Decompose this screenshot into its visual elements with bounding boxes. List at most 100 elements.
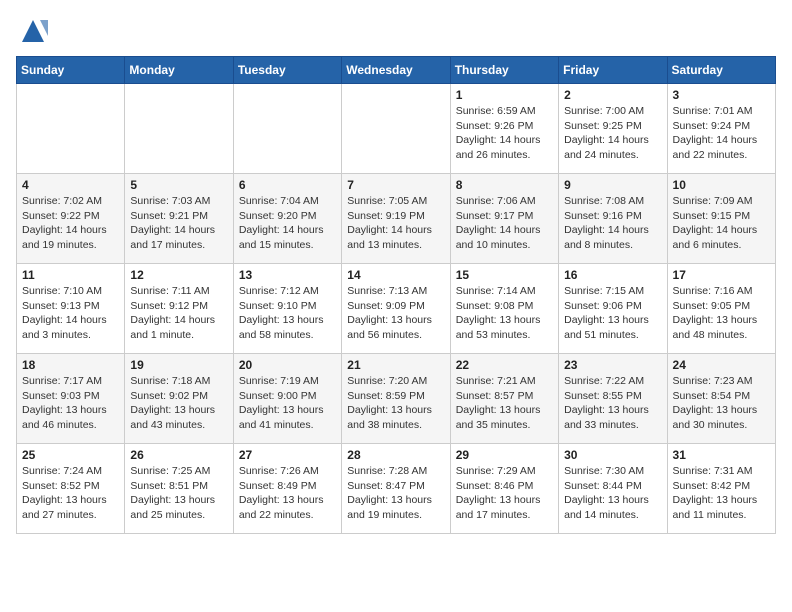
- calendar-cell: 8 Sunrise: 7:06 AM Sunset: 9:17 PM Daylig…: [450, 174, 558, 264]
- calendar-cell: 13 Sunrise: 7:12 AM Sunset: 9:10 PM Dayli…: [233, 264, 341, 354]
- calendar-cell: 14 Sunrise: 7:13 AM Sunset: 9:09 PM Dayli…: [342, 264, 450, 354]
- calendar-cell: 1 Sunrise: 6:59 AM Sunset: 9:26 PM Daylig…: [450, 84, 558, 174]
- calendar-cell: 12Sunrise: 7:11 AM Sunset: 9:12 PM Dayli…: [125, 264, 233, 354]
- day-info: Sunrise: 7:06 AM Sunset: 9:17 PM Dayligh…: [456, 194, 553, 253]
- day-info: Sunrise: 6:59 AM Sunset: 9:26 PM Dayligh…: [456, 104, 553, 163]
- calendar-cell: 2 Sunrise: 7:00 AM Sunset: 9:25 PM Daylig…: [559, 84, 667, 174]
- calendar-header: SundayMondayTuesdayWednesdayThursdayFrid…: [17, 57, 776, 84]
- calendar-cell: 16 Sunrise: 7:15 AM Sunset: 9:06 PM Dayli…: [559, 264, 667, 354]
- day-info: Sunrise: 7:14 AM Sunset: 9:08 PM Dayligh…: [456, 284, 553, 343]
- calendar-cell: 28 Sunrise: 7:28 AM Sunset: 8:47 PM Dayli…: [342, 444, 450, 534]
- day-info: Sunrise: 7:29 AM Sunset: 8:46 PM Dayligh…: [456, 464, 553, 523]
- calendar-cell: 29 Sunrise: 7:29 AM Sunset: 8:46 PM Dayli…: [450, 444, 558, 534]
- day-number: 20: [239, 358, 336, 372]
- calendar-cell: 6Sunrise: 7:04 AM Sunset: 9:20 PM Daylig…: [233, 174, 341, 264]
- day-info: Sunrise: 7:19 AM Sunset: 9:00 PM Dayligh…: [239, 374, 336, 433]
- calendar-cell: 25 Sunrise: 7:24 AM Sunset: 8:52 PM Dayli…: [17, 444, 125, 534]
- calendar-cell: 26Sunrise: 7:25 AM Sunset: 8:51 PM Dayli…: [125, 444, 233, 534]
- calendar-cell: 18 Sunrise: 7:17 AM Sunset: 9:03 PM Dayli…: [17, 354, 125, 444]
- day-number: 14: [347, 268, 444, 282]
- day-number: 6: [239, 178, 336, 192]
- logo-icon: [18, 16, 48, 46]
- weekday-header: Monday: [125, 57, 233, 84]
- day-info: Sunrise: 7:17 AM Sunset: 9:03 PM Dayligh…: [22, 374, 119, 433]
- weekday-header: Wednesday: [342, 57, 450, 84]
- page-header: [16, 16, 776, 46]
- day-info: Sunrise: 7:26 AM Sunset: 8:49 PM Dayligh…: [239, 464, 336, 523]
- day-info: Sunrise: 7:21 AM Sunset: 8:57 PM Dayligh…: [456, 374, 553, 433]
- day-info: Sunrise: 7:00 AM Sunset: 9:25 PM Dayligh…: [564, 104, 661, 163]
- day-number: 5: [130, 178, 227, 192]
- calendar-cell: [342, 84, 450, 174]
- day-number: 10: [673, 178, 770, 192]
- calendar-cell: 7 Sunrise: 7:05 AM Sunset: 9:19 PM Daylig…: [342, 174, 450, 264]
- day-number: 13: [239, 268, 336, 282]
- day-info: Sunrise: 7:25 AM Sunset: 8:51 PM Dayligh…: [130, 464, 227, 523]
- day-number: 8: [456, 178, 553, 192]
- weekday-header: Thursday: [450, 57, 558, 84]
- day-number: 27: [239, 448, 336, 462]
- day-info: Sunrise: 7:15 AM Sunset: 9:06 PM Dayligh…: [564, 284, 661, 343]
- weekday-header: Saturday: [667, 57, 775, 84]
- day-number: 18: [22, 358, 119, 372]
- day-number: 11: [22, 268, 119, 282]
- day-number: 21: [347, 358, 444, 372]
- day-number: 7: [347, 178, 444, 192]
- day-info: Sunrise: 7:02 AM Sunset: 9:22 PM Dayligh…: [22, 194, 119, 253]
- calendar-cell: 4 Sunrise: 7:02 AM Sunset: 9:22 PM Daylig…: [17, 174, 125, 264]
- day-info: Sunrise: 7:20 AM Sunset: 8:59 PM Dayligh…: [347, 374, 444, 433]
- day-number: 23: [564, 358, 661, 372]
- day-number: 9: [564, 178, 661, 192]
- calendar-cell: [233, 84, 341, 174]
- day-number: 4: [22, 178, 119, 192]
- calendar-cell: 20 Sunrise: 7:19 AM Sunset: 9:00 PM Dayli…: [233, 354, 341, 444]
- day-info: Sunrise: 7:18 AM Sunset: 9:02 PM Dayligh…: [130, 374, 227, 433]
- day-number: 15: [456, 268, 553, 282]
- day-info: Sunrise: 7:13 AM Sunset: 9:09 PM Dayligh…: [347, 284, 444, 343]
- day-number: 19: [130, 358, 227, 372]
- calendar-cell: [17, 84, 125, 174]
- day-number: 3: [673, 88, 770, 102]
- weekday-header: Tuesday: [233, 57, 341, 84]
- calendar-cell: 15 Sunrise: 7:14 AM Sunset: 9:08 PM Dayli…: [450, 264, 558, 354]
- day-info: Sunrise: 7:08 AM Sunset: 9:16 PM Dayligh…: [564, 194, 661, 253]
- day-number: 22: [456, 358, 553, 372]
- day-info: Sunrise: 7:30 AM Sunset: 8:44 PM Dayligh…: [564, 464, 661, 523]
- day-info: Sunrise: 7:24 AM Sunset: 8:52 PM Dayligh…: [22, 464, 119, 523]
- day-number: 24: [673, 358, 770, 372]
- calendar-cell: [125, 84, 233, 174]
- calendar-cell: 27 Sunrise: 7:26 AM Sunset: 8:49 PM Dayli…: [233, 444, 341, 534]
- calendar-cell: 22 Sunrise: 7:21 AM Sunset: 8:57 PM Dayli…: [450, 354, 558, 444]
- calendar-cell: 9 Sunrise: 7:08 AM Sunset: 9:16 PM Daylig…: [559, 174, 667, 264]
- day-number: 31: [673, 448, 770, 462]
- calendar-cell: 24Sunrise: 7:23 AM Sunset: 8:54 PM Dayli…: [667, 354, 775, 444]
- day-info: Sunrise: 7:01 AM Sunset: 9:24 PM Dayligh…: [673, 104, 770, 163]
- weekday-header: Sunday: [17, 57, 125, 84]
- day-info: Sunrise: 7:05 AM Sunset: 9:19 PM Dayligh…: [347, 194, 444, 253]
- day-number: 30: [564, 448, 661, 462]
- day-info: Sunrise: 7:28 AM Sunset: 8:47 PM Dayligh…: [347, 464, 444, 523]
- calendar-table: SundayMondayTuesdayWednesdayThursdayFrid…: [16, 56, 776, 534]
- calendar-cell: 17Sunrise: 7:16 AM Sunset: 9:05 PM Dayli…: [667, 264, 775, 354]
- weekday-header: Friday: [559, 57, 667, 84]
- day-info: Sunrise: 7:11 AM Sunset: 9:12 PM Dayligh…: [130, 284, 227, 343]
- calendar-cell: 19 Sunrise: 7:18 AM Sunset: 9:02 PM Dayli…: [125, 354, 233, 444]
- calendar-cell: 11Sunrise: 7:10 AM Sunset: 9:13 PM Dayli…: [17, 264, 125, 354]
- logo: [16, 16, 48, 46]
- day-info: Sunrise: 7:09 AM Sunset: 9:15 PM Dayligh…: [673, 194, 770, 253]
- day-number: 16: [564, 268, 661, 282]
- calendar-cell: 30 Sunrise: 7:30 AM Sunset: 8:44 PM Dayli…: [559, 444, 667, 534]
- calendar-cell: 31Sunrise: 7:31 AM Sunset: 8:42 PM Dayli…: [667, 444, 775, 534]
- day-number: 25: [22, 448, 119, 462]
- calendar-cell: 23 Sunrise: 7:22 AM Sunset: 8:55 PM Dayli…: [559, 354, 667, 444]
- day-number: 29: [456, 448, 553, 462]
- day-info: Sunrise: 7:12 AM Sunset: 9:10 PM Dayligh…: [239, 284, 336, 343]
- calendar-cell: 5Sunrise: 7:03 AM Sunset: 9:21 PM Daylig…: [125, 174, 233, 264]
- calendar-cell: 3 Sunrise: 7:01 AM Sunset: 9:24 PM Daylig…: [667, 84, 775, 174]
- day-number: 28: [347, 448, 444, 462]
- day-info: Sunrise: 7:22 AM Sunset: 8:55 PM Dayligh…: [564, 374, 661, 433]
- day-number: 2: [564, 88, 661, 102]
- day-number: 1: [456, 88, 553, 102]
- calendar-cell: 21 Sunrise: 7:20 AM Sunset: 8:59 PM Dayli…: [342, 354, 450, 444]
- calendar-cell: 10 Sunrise: 7:09 AM Sunset: 9:15 PM Dayli…: [667, 174, 775, 264]
